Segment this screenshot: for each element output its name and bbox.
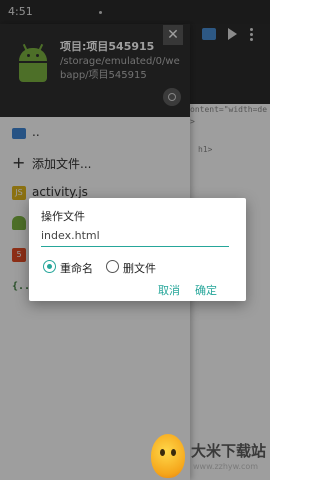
radio-checked-icon <box>43 260 56 273</box>
watermark: 大米下载站 www.zzhyw.com <box>145 432 270 480</box>
watermark-title: 大米下载站 <box>191 442 267 460</box>
radio-unchecked-icon <box>106 260 119 273</box>
cancel-button[interactable]: 取消 <box>158 282 180 298</box>
watermark-url: www.zzhyw.com <box>193 462 259 471</box>
filename-input[interactable]: index.html <box>41 228 229 247</box>
mascot-logo-icon <box>151 434 185 478</box>
radio-label: 重命名 <box>60 262 93 275</box>
dialog-title: 操作文件 <box>41 210 85 223</box>
confirm-button[interactable]: 确定 <box>195 282 217 298</box>
radio-label: 删文件 <box>123 262 156 275</box>
filename-input-value: index.html <box>41 229 100 242</box>
file-operation-dialog: 操作文件 index.html 重命名 删文件 取消 确定 <box>29 198 246 301</box>
